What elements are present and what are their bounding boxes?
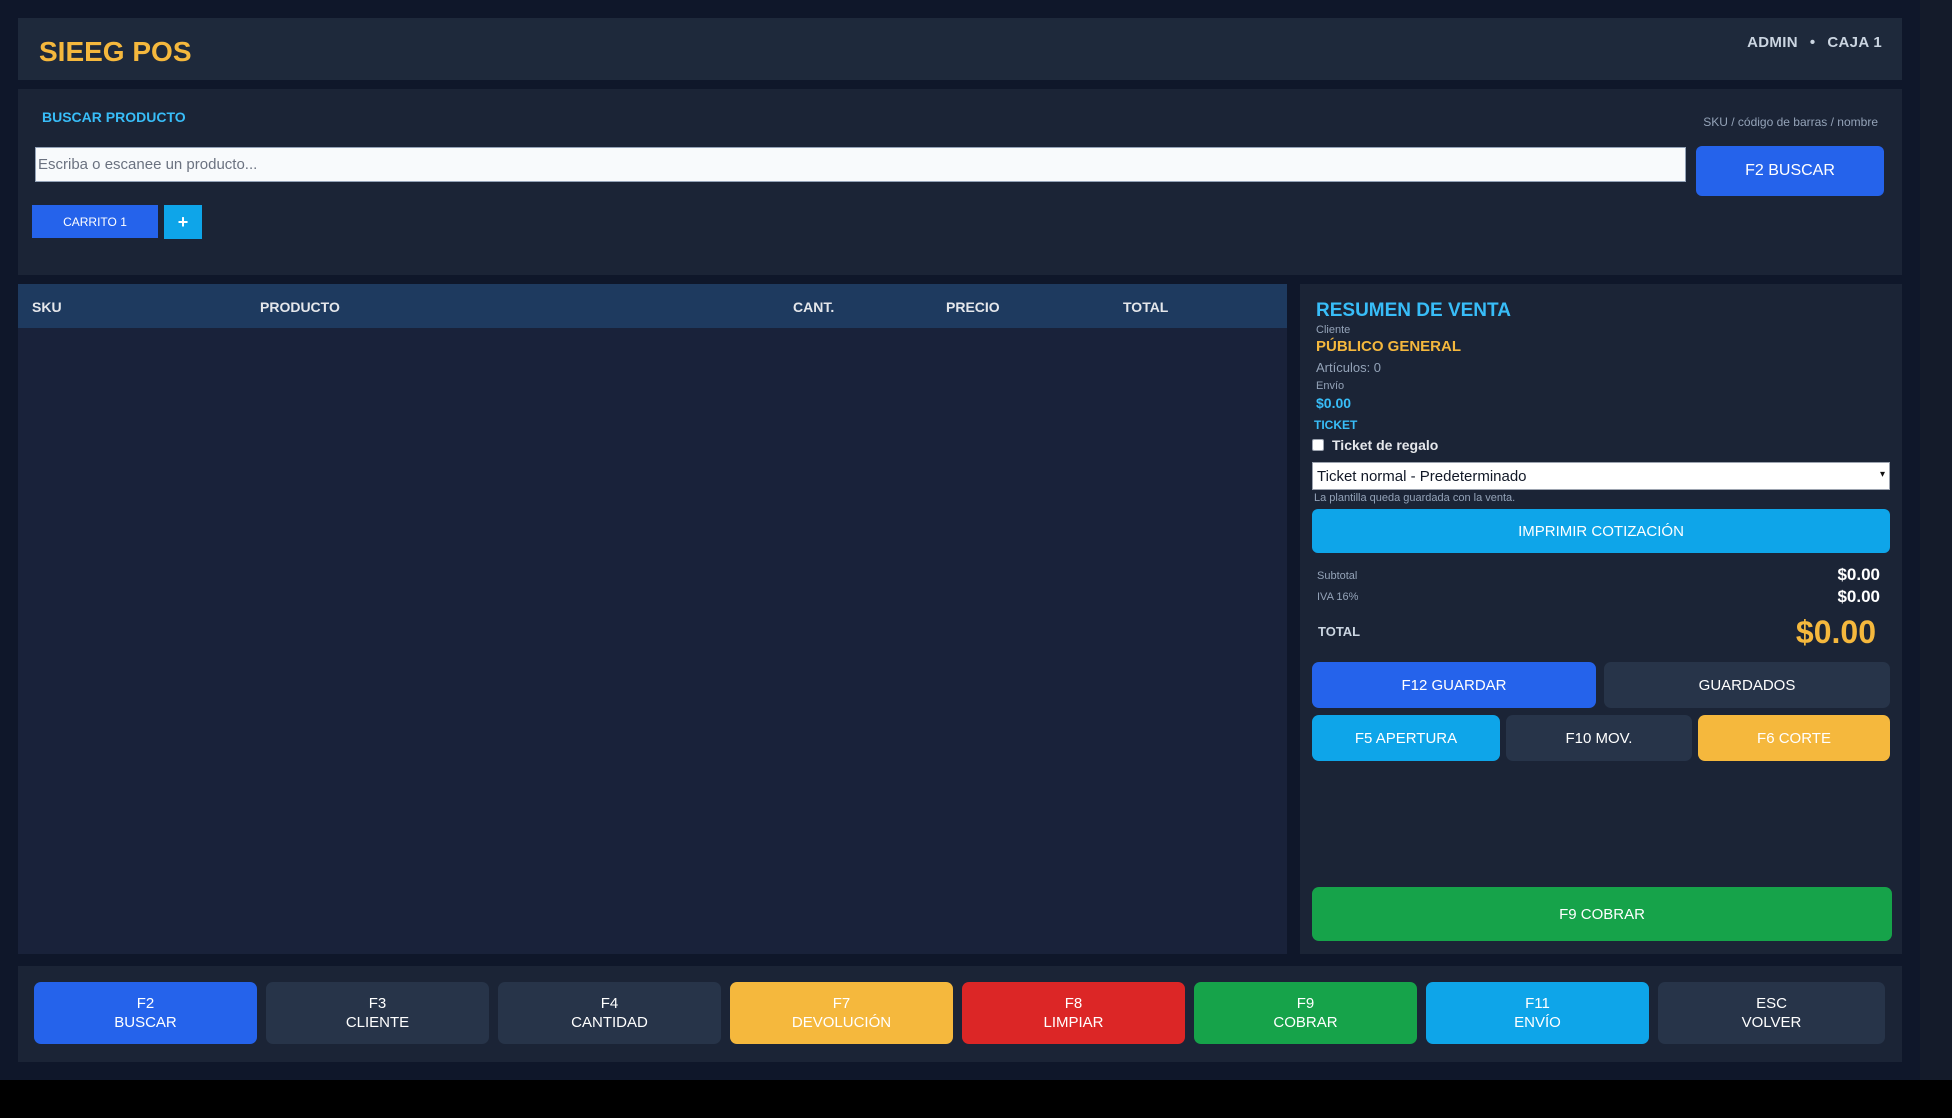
fkey-code: F7	[832, 995, 851, 1012]
pos-window: SIEEG POS ADMIN • CAJA 1 BUSCAR PRODUCTO S…	[0, 0, 1920, 1080]
client-label: Cliente	[1316, 324, 1351, 336]
chevron-down-icon: ▾	[1879, 469, 1885, 480]
ticket-template-select[interactable]: Ticket normal - Predeterminado ▾	[1312, 462, 1890, 490]
ticket-section-label: TICKET	[1314, 418, 1358, 432]
fkey-label: BUSCAR	[114, 1014, 177, 1031]
app-header: SIEEG POS ADMIN • CAJA 1	[18, 18, 1902, 80]
charge-button[interactable]: F9 COBRAR	[1312, 887, 1892, 941]
fkey-label: COBRAR	[1273, 1014, 1338, 1031]
fkey-code: F3	[368, 995, 387, 1012]
gift-ticket-option[interactable]: Ticket de regalo	[1312, 437, 1438, 453]
save-sale-button[interactable]: F12 GUARDAR	[1312, 662, 1596, 708]
fkey-label: VOLVER	[1741, 1014, 1802, 1031]
separator-dot: •	[1809, 34, 1816, 51]
user-name: ADMIN	[1747, 34, 1798, 51]
session-info: ADMIN • CAJA 1	[1747, 34, 1882, 51]
subtotal-label: Subtotal	[1317, 570, 1358, 582]
saved-sales-button[interactable]: GUARDADOS	[1604, 662, 1890, 708]
column-header-quantity: CANT.	[793, 299, 835, 315]
register-name: CAJA 1	[1827, 34, 1882, 51]
fkey-label: CLIENTE	[345, 1014, 410, 1031]
total-label: TOTAL	[1318, 624, 1361, 639]
column-header-product: PRODUCTO	[260, 299, 340, 315]
total-value: $0.00	[1795, 614, 1876, 650]
gift-ticket-checkbox[interactable]	[1312, 439, 1324, 451]
function-keys-bar: F2 BUSCAR F3 CLIENTE F4 CANTIDAD F7 DEVO…	[18, 966, 1902, 1062]
sale-summary-panel: RESUMEN DE VENTA Cliente PÚBLICO GENERAL…	[1300, 284, 1902, 954]
fkey-clear-button[interactable]: F8 LIMPIAR	[962, 982, 1185, 1044]
fkey-code: F4	[600, 995, 619, 1012]
subtotal-value: $0.00	[1837, 565, 1880, 584]
cash-movements-button[interactable]: F10 MOV.	[1506, 715, 1692, 761]
column-header-total: TOTAL	[1123, 299, 1169, 315]
fkey-label: CANTIDAD	[571, 1014, 648, 1031]
product-search-input[interactable]	[35, 147, 1686, 182]
fkey-code: F2	[136, 995, 155, 1012]
print-quote-button[interactable]: IMPRIMIR COTIZACIÓN	[1312, 509, 1890, 553]
column-header-price: PRECIO	[946, 299, 1000, 315]
search-hint: SKU / código de barras / nombre	[1703, 115, 1878, 129]
search-button[interactable]: F2 BUSCAR	[1696, 146, 1884, 196]
fkey-code: F8	[1064, 995, 1083, 1012]
iva-label: IVA 16%	[1317, 591, 1359, 603]
fkey-search-button[interactable]: F2 BUSCAR	[34, 982, 257, 1044]
client-name[interactable]: PÚBLICO GENERAL	[1316, 338, 1461, 355]
brand-title: SIEEG POS	[39, 36, 192, 67]
window-edge	[1920, 0, 1952, 1080]
cart-table: SKU PRODUCTO CANT. PRECIO TOTAL	[18, 284, 1287, 954]
fkey-code: F11	[1525, 995, 1550, 1012]
ticket-template-value: Ticket normal - Predeterminado	[1317, 467, 1527, 485]
template-note: La plantilla queda guardada con la venta…	[1314, 492, 1516, 504]
fkey-code: F9	[1296, 995, 1315, 1012]
fkey-label: ENVÍO	[1514, 1014, 1561, 1031]
shipping-label: Envío	[1316, 380, 1345, 392]
fkey-quantity-button[interactable]: F4 CANTIDAD	[498, 982, 721, 1044]
table-header: SKU PRODUCTO CANT. PRECIO TOTAL	[18, 284, 1287, 328]
gift-ticket-label: Ticket de regalo	[1332, 437, 1439, 453]
fkey-client-button[interactable]: F3 CLIENTE	[266, 982, 489, 1044]
fkey-return-button[interactable]: F7 DEVOLUCIÓN	[730, 982, 953, 1044]
fkey-label: DEVOLUCIÓN	[791, 1014, 892, 1031]
fkey-label: LIMPIAR	[1043, 1014, 1104, 1031]
search-panel: BUSCAR PRODUCTO SKU / código de barras /…	[18, 89, 1902, 275]
add-cart-button[interactable]: +	[164, 205, 202, 239]
fkey-back-button[interactable]: ESC VOLVER	[1658, 982, 1885, 1044]
column-header-sku: SKU	[32, 299, 62, 315]
iva-value: $0.00	[1837, 587, 1880, 606]
cash-opening-button[interactable]: F5 APERTURA	[1312, 715, 1500, 761]
fkey-code: ESC	[1756, 995, 1787, 1012]
summary-title: RESUMEN DE VENTA	[1316, 300, 1511, 321]
fkey-charge-button[interactable]: F9 COBRAR	[1194, 982, 1417, 1044]
fkey-shipping-button[interactable]: F11 ENVÍO	[1426, 982, 1649, 1044]
cart-tab-1[interactable]: CARRITO 1	[32, 205, 158, 238]
search-title: BUSCAR PRODUCTO	[42, 109, 186, 125]
shipping-value: $0.00	[1316, 395, 1352, 411]
cash-cut-button[interactable]: F6 CORTE	[1698, 715, 1890, 761]
articles-count: Artículos: 0	[1316, 360, 1382, 375]
